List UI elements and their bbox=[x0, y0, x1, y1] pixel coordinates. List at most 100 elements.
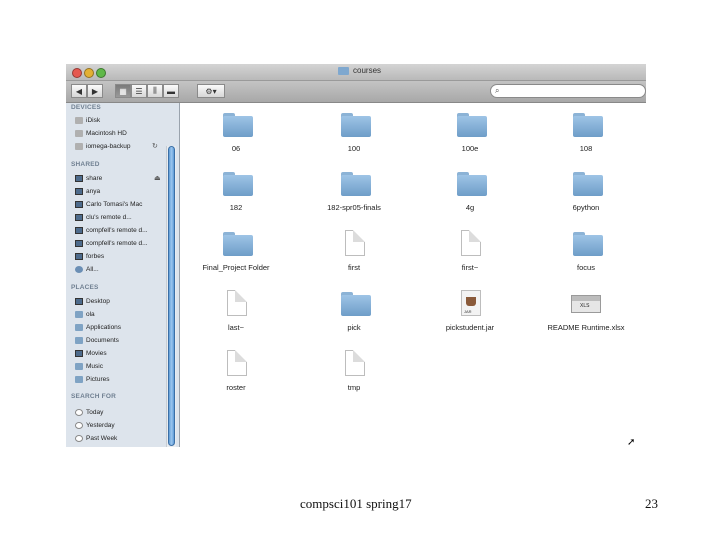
sidebar-item-iomega-backup[interactable]: iomega-backup bbox=[75, 141, 130, 152]
file-name: focus bbox=[577, 263, 595, 272]
file-name: tmp bbox=[347, 383, 361, 392]
file-item-182[interactable]: 182 bbox=[186, 172, 286, 222]
file-item-100[interactable]: 100 bbox=[304, 113, 404, 163]
sidebar-item-clu-remote[interactable]: clu's remote d... bbox=[75, 212, 132, 223]
file-item-last-backup[interactable]: last~ bbox=[186, 290, 286, 342]
idisk-icon bbox=[75, 117, 83, 124]
window-title: courses bbox=[338, 66, 381, 75]
window-title-label: courses bbox=[353, 66, 382, 75]
file-name: last~ bbox=[227, 323, 245, 332]
action-menu-button[interactable]: ⚙▾ bbox=[197, 84, 225, 98]
external-drive-icon bbox=[75, 143, 83, 150]
sidebar-header-devices[interactable]: DEVICES bbox=[71, 104, 101, 111]
sidebar-item-movies[interactable]: Movies bbox=[75, 348, 107, 359]
sidebar-item-documents[interactable]: Documents bbox=[75, 335, 119, 346]
eject-icon[interactable]: ⏏ bbox=[154, 174, 161, 182]
sidebar-header-shared[interactable]: SHARED bbox=[71, 161, 100, 168]
sidebar-item-compfell-remote-1[interactable]: compfell's remote d... bbox=[75, 225, 148, 236]
slide-footer: compsci101 spring17 bbox=[300, 496, 412, 511]
sidebar-header-places[interactable]: PLACES bbox=[71, 284, 99, 291]
sidebar-item-label: iDisk bbox=[86, 117, 101, 124]
file-item-06[interactable]: 06 bbox=[186, 113, 286, 163]
file-name: 182-spr05-finals bbox=[327, 203, 381, 212]
sidebar-item-label: Movies bbox=[86, 350, 107, 357]
sidebar-item-applications[interactable]: Applications bbox=[75, 322, 121, 333]
zoom-button[interactable] bbox=[96, 68, 106, 78]
document-icon bbox=[345, 350, 365, 376]
file-item-roster[interactable]: roster bbox=[186, 350, 286, 402]
folder-icon bbox=[223, 232, 253, 256]
sidebar-item-home[interactable]: ola bbox=[75, 309, 95, 320]
folder-icon bbox=[457, 172, 487, 196]
column-view-icon: ⫼ bbox=[153, 86, 157, 95]
sidebar-item-yesterday[interactable]: Yesterday bbox=[75, 420, 115, 431]
file-item-final-project-folder[interactable]: Final_Project Folder bbox=[186, 232, 286, 282]
document-icon bbox=[227, 290, 247, 316]
view-list-button[interactable]: ☰ bbox=[131, 84, 147, 98]
file-item-first-backup[interactable]: first~ bbox=[420, 230, 520, 282]
sidebar-scroll-thumb[interactable] bbox=[168, 146, 175, 446]
sidebar-item-forbes[interactable]: forbes bbox=[75, 251, 104, 262]
folder-icon bbox=[573, 172, 603, 196]
sidebar-item-carlo-mac[interactable]: Carlo Tomasi's Mac bbox=[75, 199, 142, 210]
sidebar-item-label: Applications bbox=[86, 324, 122, 331]
file-item-first[interactable]: first bbox=[304, 230, 404, 282]
document-icon bbox=[227, 350, 247, 376]
sidebar-item-label: iomega-backup bbox=[86, 143, 131, 150]
network-screen-icon bbox=[75, 175, 83, 182]
sidebar-item-label: Pictures bbox=[86, 376, 110, 383]
desktop-icon bbox=[75, 298, 83, 305]
file-item-182-spr05-finals[interactable]: 182-spr05-finals bbox=[304, 172, 404, 222]
clock-icon bbox=[75, 409, 83, 416]
view-icons-button[interactable]: ▦ bbox=[115, 84, 131, 98]
file-item-pickstudent-jar[interactable]: JAR pickstudent.jar bbox=[420, 290, 520, 342]
sidebar-item-desktop[interactable]: Desktop bbox=[75, 296, 110, 307]
network-screen-icon bbox=[75, 253, 83, 260]
sidebar-item-past-week[interactable]: Past Week bbox=[75, 433, 117, 444]
close-button[interactable] bbox=[72, 68, 82, 78]
sidebar-header-search-for[interactable]: SEARCH FOR bbox=[71, 393, 116, 400]
sidebar-item-pictures[interactable]: Pictures bbox=[75, 374, 109, 385]
file-item-108[interactable]: 108 bbox=[536, 113, 636, 163]
gear-icon: ⚙▾ bbox=[205, 86, 217, 96]
file-item-readme-runtime-xlsx[interactable]: XLS README Runtime.xlsx bbox=[536, 292, 636, 342]
file-name: 4g bbox=[465, 203, 475, 212]
sidebar-item-compfell-remote-2[interactable]: compfell's remote d... bbox=[75, 238, 148, 249]
home-icon bbox=[75, 311, 83, 318]
folder-icon bbox=[341, 113, 371, 137]
file-name: 6python bbox=[572, 203, 600, 212]
file-item-6python[interactable]: 6python bbox=[536, 172, 636, 222]
sidebar-item-macintosh-hd[interactable]: Macintosh HD bbox=[75, 128, 127, 139]
sidebar-item-all[interactable]: All... bbox=[75, 264, 99, 275]
file-name: pick bbox=[347, 323, 361, 332]
file-item-100e[interactable]: 100e bbox=[420, 113, 520, 163]
sidebar-item-label: Today bbox=[86, 409, 104, 416]
minimize-button[interactable] bbox=[84, 68, 94, 78]
clock-icon bbox=[75, 435, 83, 442]
sidebar-item-music[interactable]: Music bbox=[75, 361, 103, 372]
forward-arrow-icon: ▶ bbox=[91, 86, 99, 96]
document-icon bbox=[461, 230, 481, 256]
back-arrow-icon: ◀ bbox=[75, 86, 83, 96]
forward-button[interactable]: ▶ bbox=[87, 84, 103, 98]
view-columns-button[interactable]: ⫼ bbox=[147, 84, 163, 98]
file-item-pick[interactable]: pick bbox=[304, 292, 404, 342]
file-item-focus[interactable]: focus bbox=[536, 232, 636, 282]
sidebar-item-share[interactable]: share bbox=[75, 173, 102, 184]
sidebar-item-idisk[interactable]: iDisk bbox=[75, 115, 100, 126]
coverflow-view-icon: ▬ bbox=[167, 86, 175, 96]
file-item-tmp[interactable]: tmp bbox=[304, 350, 404, 402]
sidebar-item-today[interactable]: Today bbox=[75, 407, 103, 418]
sidebar-item-label: Macintosh HD bbox=[86, 130, 127, 137]
sync-icon[interactable]: ↻ bbox=[152, 142, 158, 150]
view-coverflow-button[interactable]: ▬ bbox=[163, 84, 179, 98]
back-button[interactable]: ◀ bbox=[71, 84, 87, 98]
folder-icon bbox=[573, 232, 603, 256]
search-field[interactable]: ⌕ bbox=[490, 84, 646, 98]
sidebar-item-anya[interactable]: anya bbox=[75, 186, 100, 197]
title-bar[interactable]: courses bbox=[66, 64, 646, 81]
sidebar-item-label: Past Week bbox=[86, 435, 118, 442]
sidebar-scrollbar[interactable] bbox=[166, 146, 176, 447]
sidebar-item-label: Documents bbox=[86, 337, 119, 344]
file-item-4g[interactable]: 4g bbox=[420, 172, 520, 222]
